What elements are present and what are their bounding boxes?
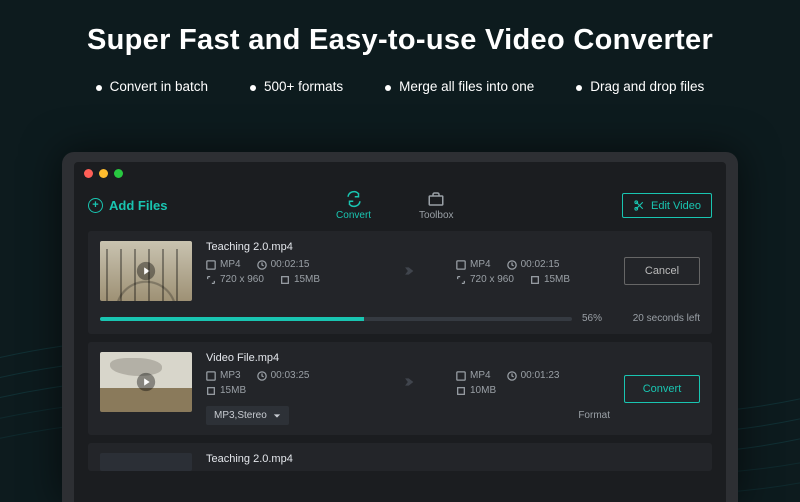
- play-icon: [100, 352, 192, 412]
- add-files-button[interactable]: + Add Files: [88, 198, 168, 213]
- format-label: Format: [578, 410, 610, 421]
- feature-list: Convert in batch 500+ formats Merge all …: [0, 79, 800, 94]
- thumbnail[interactable]: [100, 352, 192, 412]
- convert-icon: [345, 190, 363, 208]
- window-titlebar: [74, 162, 726, 184]
- file-row: Teaching 2.0.mp4 MP4 00:02:15 720 x 960 …: [88, 231, 712, 334]
- size-icon: 15MB: [280, 274, 320, 285]
- subrow: MP3,Stereo Format: [206, 406, 610, 425]
- progress-bar: [100, 317, 572, 321]
- tab-convert-label: Convert: [336, 210, 371, 221]
- toolbar: + Add Files Convert Toolbox Edit Video: [74, 184, 726, 231]
- toolbox-icon: [427, 190, 445, 208]
- file-row: Video File.mp4 MP3 00:03:25 15MB: [88, 342, 712, 435]
- scissors-icon: [633, 199, 646, 212]
- tab-toolbox-label: Toolbox: [419, 210, 453, 221]
- progress-percent: 56%: [582, 313, 610, 324]
- filename: Teaching 2.0.mp4: [206, 453, 610, 465]
- feature-item: Convert in batch: [96, 79, 208, 94]
- close-icon[interactable]: [84, 169, 93, 178]
- file-info: Teaching 2.0.mp4 MP4 00:02:15 720 x 960 …: [206, 241, 610, 301]
- edit-video-label: Edit Video: [651, 200, 701, 212]
- file-list: Teaching 2.0.mp4 MP4 00:02:15 720 x 960 …: [74, 231, 726, 471]
- feature-item: Drag and drop files: [576, 79, 704, 94]
- file-row: Teaching 2.0.mp4: [88, 443, 712, 471]
- clock-icon: 00:02:15: [257, 259, 310, 270]
- add-files-label: Add Files: [109, 198, 168, 213]
- thumbnail[interactable]: [100, 241, 192, 301]
- feature-item: 500+ formats: [250, 79, 343, 94]
- source-meta: MP3 00:03:25 15MB: [206, 370, 356, 396]
- format-icon: MP4: [206, 259, 241, 270]
- tab-convert[interactable]: Convert: [336, 190, 371, 221]
- tab-toolbox[interactable]: Toolbox: [419, 190, 453, 221]
- meta-row: MP3 00:03:25 15MB MP4 00:01:23: [206, 370, 610, 396]
- laptop-frame: + Add Files Convert Toolbox Edit Video: [62, 152, 738, 502]
- hero: Super Fast and Easy-to-use Video Convert…: [0, 0, 800, 94]
- minimize-icon[interactable]: [99, 169, 108, 178]
- arrow-icon: [392, 371, 420, 396]
- target-meta: MP4 00:01:23 10MB: [456, 370, 606, 396]
- plus-icon: +: [88, 198, 103, 213]
- arrow-icon: [392, 260, 420, 285]
- progress-eta: 20 seconds left: [620, 313, 700, 324]
- file-info: Video File.mp4 MP3 00:03:25 15MB: [206, 352, 610, 425]
- meta-row: MP4 00:02:15 720 x 960 15MB MP4: [206, 259, 610, 285]
- edit-video-button[interactable]: Edit Video: [622, 193, 712, 218]
- resolution-icon: 720 x 960: [206, 274, 264, 285]
- filename: Video File.mp4: [206, 352, 610, 364]
- thumbnail[interactable]: [100, 453, 192, 471]
- filename: Teaching 2.0.mp4: [206, 241, 610, 253]
- cancel-button[interactable]: Cancel: [624, 257, 700, 285]
- app-window: + Add Files Convert Toolbox Edit Video: [74, 162, 726, 502]
- audio-format-dropdown[interactable]: MP3,Stereo: [206, 406, 289, 425]
- source-meta: MP4 00:02:15 720 x 960 15MB: [206, 259, 356, 285]
- target-meta: MP4 00:02:15 720 x 960 15MB: [456, 259, 606, 285]
- file-info: Teaching 2.0.mp4: [206, 453, 610, 471]
- progress-wrap: 56% 20 seconds left: [100, 313, 700, 324]
- tabs: Convert Toolbox: [336, 190, 453, 221]
- chevron-down-icon: [273, 412, 281, 420]
- feature-item: Merge all files into one: [385, 79, 534, 94]
- convert-button[interactable]: Convert: [624, 375, 700, 403]
- play-icon: [100, 241, 192, 301]
- hero-title: Super Fast and Easy-to-use Video Convert…: [0, 24, 800, 57]
- traffic-lights: [84, 169, 123, 178]
- maximize-icon[interactable]: [114, 169, 123, 178]
